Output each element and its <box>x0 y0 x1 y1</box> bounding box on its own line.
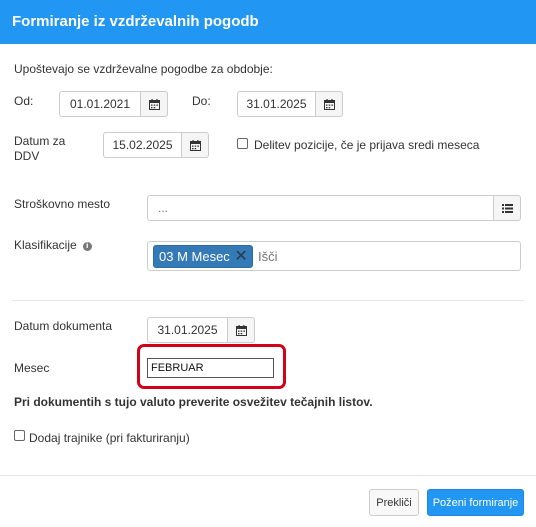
vat-date-label-line1: Datum za <box>14 134 66 148</box>
currency-notice: Pri dokumentih s tujo valuto preverite o… <box>14 395 373 409</box>
from-label: Od: <box>14 94 34 108</box>
dialog-header: Formiranje iz vzdrževalnih pogodb <box>0 0 536 44</box>
add-trainees-checkbox[interactable] <box>14 430 25 441</box>
classification-tag: 03 M Mesec ✕ <box>153 245 253 268</box>
cost-center-input[interactable] <box>147 195 493 221</box>
cost-center-list-button[interactable] <box>493 195 521 221</box>
cancel-button[interactable]: Prekliči <box>369 489 419 516</box>
period-intro: Upoštevajo se vzdrževalne pogodbe za obd… <box>14 62 273 76</box>
calendar-icon <box>189 139 201 151</box>
from-date-picker <box>59 91 168 117</box>
cost-center-lookup <box>147 195 521 221</box>
from-date-calendar-button[interactable] <box>140 91 168 117</box>
classification-search-input[interactable] <box>258 246 513 267</box>
document-date-picker <box>147 317 255 343</box>
to-label: Do: <box>192 94 211 108</box>
calendar-icon <box>148 98 160 110</box>
from-date-input[interactable] <box>59 91 140 117</box>
month-input[interactable] <box>147 358 274 378</box>
classification-label-wrap: Klasifikacije i <box>14 238 92 252</box>
close-icon[interactable]: ✕ <box>234 247 247 267</box>
vat-date-label-line2: DDV <box>14 149 40 163</box>
calendar-icon <box>323 98 335 110</box>
document-date-calendar-button[interactable] <box>227 317 255 343</box>
document-date-label: Datum dokumenta <box>14 319 113 333</box>
vat-date-picker <box>103 132 209 158</box>
run-button[interactable]: Poženi formiranje <box>427 489 524 516</box>
vat-date-input[interactable] <box>103 132 181 158</box>
classification-tag-input[interactable]: 03 M Mesec ✕ <box>147 241 521 271</box>
classification-label: Klasifikacije <box>14 238 77 252</box>
split-position-checkbox[interactable] <box>237 138 248 149</box>
split-position-label: Delitev pozicije, če je prijava sredi me… <box>254 138 480 152</box>
info-icon[interactable]: i <box>82 242 92 251</box>
to-date-input[interactable] <box>237 91 315 117</box>
classification-tag-label: 03 M Mesec <box>159 249 230 264</box>
month-label: Mesec <box>14 361 50 375</box>
add-trainees-label: Dodaj trajnike (pri fakturiranju) <box>29 431 190 445</box>
vat-date-calendar-button[interactable] <box>181 132 209 158</box>
footer-divider <box>0 475 536 476</box>
document-date-input[interactable] <box>147 317 227 343</box>
to-date-calendar-button[interactable] <box>315 91 343 117</box>
cost-center-label: Stroškovno mesto <box>14 197 111 211</box>
list-icon <box>501 203 513 213</box>
to-date-picker <box>237 91 343 117</box>
dialog-title: Formiranje iz vzdrževalnih pogodb <box>12 13 259 30</box>
section-divider <box>12 300 524 301</box>
calendar-icon <box>235 324 247 336</box>
